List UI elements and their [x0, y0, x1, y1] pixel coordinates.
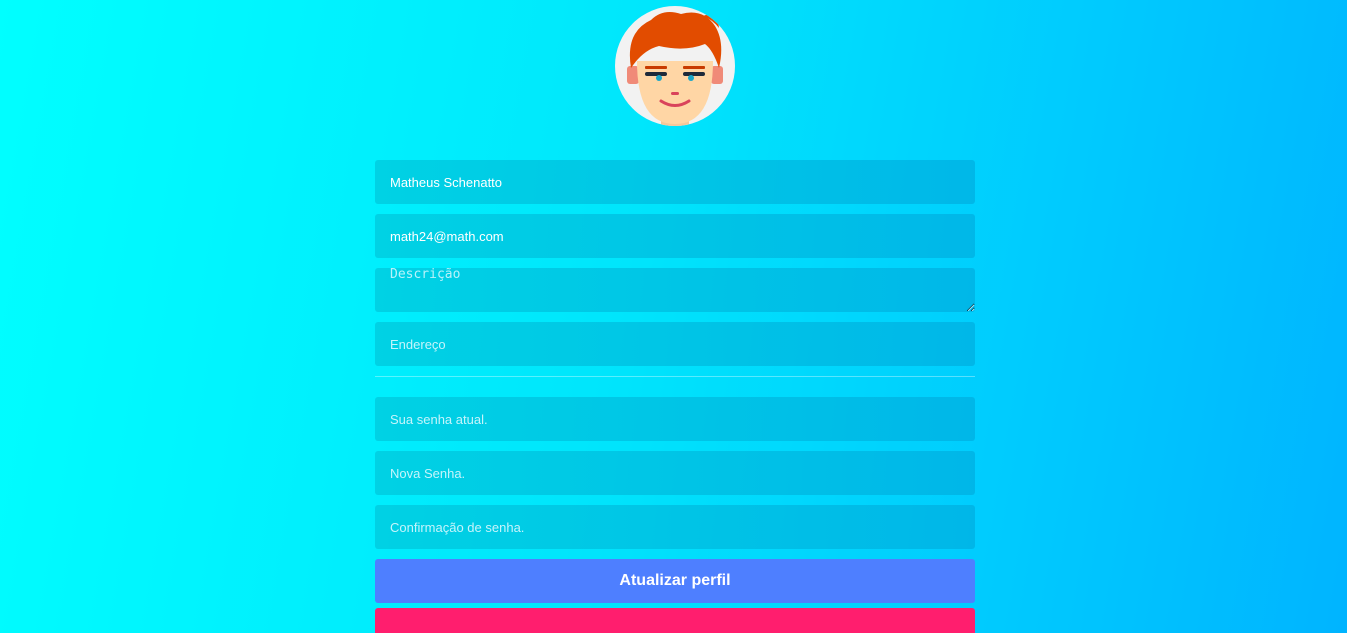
address-field[interactable]: [375, 322, 975, 366]
update-profile-button[interactable]: Atualizar perfil: [375, 559, 975, 603]
secondary-action-button[interactable]: [375, 608, 975, 633]
name-field[interactable]: [375, 160, 975, 204]
boy-redhead-avatar-icon: [627, 12, 723, 126]
email-field[interactable]: [375, 214, 975, 258]
profile-form: Atualizar perfil: [375, 160, 975, 633]
confirm-password-field[interactable]: [375, 505, 975, 549]
new-password-field[interactable]: [375, 451, 975, 495]
current-password-field[interactable]: [375, 397, 975, 441]
description-field[interactable]: [375, 268, 975, 312]
form-divider: [375, 376, 975, 377]
avatar[interactable]: [615, 6, 735, 126]
